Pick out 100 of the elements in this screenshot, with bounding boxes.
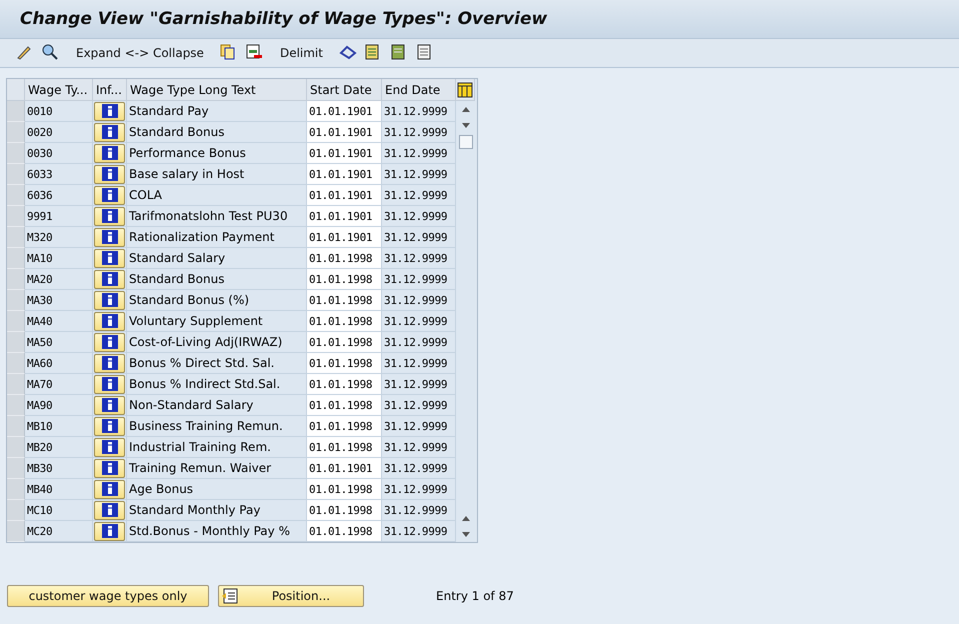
toolbar-button[interactable]: Delimit [278,46,325,60]
info-button[interactable] [94,102,125,120]
scroll-up-icon[interactable] [462,516,470,520]
info-icon [102,251,118,265]
toolbar-button[interactable] [338,44,357,62]
info-button[interactable] [94,248,125,268]
date-field[interactable]: 01.01.1901 [307,185,382,206]
column-header[interactable]: Wage Ty... [25,79,93,101]
table-cell: 31.12.9999 [382,395,456,416]
date-field[interactable]: 01.01.1901 [307,227,382,248]
date-field[interactable]: 01.01.1998 [307,395,382,416]
table-cell: 31.12.9999 [382,206,456,227]
table-cell: MA50 [25,332,93,353]
info-icon [102,440,118,454]
table-cell: Std.Bonus - Monthly Pay % [127,521,307,542]
table-cell: Age Bonus [127,479,307,500]
table-cell: 31.12.9999 [382,101,456,122]
info-button[interactable] [94,416,125,436]
info-button[interactable] [94,186,125,204]
date-field[interactable]: 01.01.1901 [307,206,382,227]
date-field[interactable]: 01.01.1901 [307,101,382,122]
info-button[interactable] [94,480,125,498]
filter-button[interactable]: customer wage types only [7,585,209,607]
info-button[interactable] [94,228,125,246]
table-cell: MC10 [25,500,93,521]
date-field[interactable]: 01.01.1998 [307,332,382,353]
column-header[interactable]: End Date [382,79,456,101]
table-cell: 31.12.9999 [382,185,456,206]
delete-row-icon [246,44,262,60]
scroll-down-icon[interactable] [462,122,470,128]
window-title: Change View "Garnishability of Wage Types": Overview [20,9,548,29]
date-field[interactable]: 01.01.1998 [307,416,382,437]
table-cell: Business Training Remun. [127,416,307,437]
date-field[interactable]: 01.01.1998 [307,374,382,395]
info-button[interactable] [94,290,125,310]
info-button[interactable] [94,164,125,184]
date-field[interactable]: 01.01.1901 [307,164,382,185]
date-field[interactable]: 01.01.1998 [307,290,382,311]
info-icon [102,524,118,538]
info-button[interactable] [94,458,125,478]
table-cell: 31.12.9999 [382,332,456,353]
column-header[interactable]: Start Date [307,79,382,101]
info-icon [102,335,118,349]
table-cell: 6033 [25,164,93,185]
info-icon [102,482,118,496]
column-header[interactable]: Inf... [93,79,127,101]
deselect-icon [416,44,433,60]
date-field[interactable]: 01.01.1998 [307,437,382,458]
info-button[interactable] [94,312,125,330]
table-cell: 31.12.9999 [382,164,456,185]
info-icon [102,356,118,370]
table-cell: MA20 [25,269,93,290]
info-button[interactable] [94,270,125,288]
info-button[interactable] [94,122,125,142]
table-cell: Performance Bonus [127,143,307,164]
table-cell: Base salary in Host [127,164,307,185]
date-field[interactable]: 01.01.1901 [307,458,382,479]
info-button[interactable] [94,522,125,540]
date-field[interactable]: 01.01.1998 [307,521,382,542]
table-cell: Non-Standard Salary [127,395,307,416]
info-button[interactable] [94,354,125,372]
table-cell: MC20 [25,521,93,542]
table-cell: 31.12.9999 [382,521,456,542]
table-cell: Standard Salary [127,248,307,269]
info-icon [102,398,118,412]
info-button[interactable] [94,438,125,456]
table-cell: MB30 [25,458,93,479]
info-icon [102,419,118,433]
info-button[interactable] [94,332,125,352]
date-field[interactable]: 01.01.1901 [307,143,382,164]
info-button[interactable] [94,500,125,520]
info-button[interactable] [94,374,125,394]
info-button[interactable] [94,396,125,414]
position-button[interactable]: Position... [218,585,364,607]
info-button[interactable] [94,206,125,226]
toolbar-button[interactable]: Expand <-> Collapse [74,46,206,60]
date-field[interactable]: 01.01.1998 [307,353,382,374]
date-field[interactable]: 01.01.1998 [307,269,382,290]
table-cell: Standard Bonus (%) [127,290,307,311]
copy-icon [220,44,236,60]
date-field[interactable]: 01.01.1998 [307,500,382,521]
date-field[interactable]: 01.01.1901 [307,122,382,143]
table-cell: 31.12.9999 [382,479,456,500]
toolbar-button[interactable] [42,44,60,62]
table-cell: MA90 [25,395,93,416]
table-cell: Industrial Training Rem. [127,437,307,458]
date-field[interactable]: 01.01.1998 [307,311,382,332]
date-field[interactable]: 01.01.1998 [307,248,382,269]
info-button[interactable] [94,144,125,162]
column-settings-icon[interactable] [457,82,473,98]
scroll-down-icon[interactable] [462,532,470,536]
scroll-up-icon[interactable] [462,106,470,112]
date-field[interactable]: 01.01.1998 [307,479,382,500]
column-header[interactable]: Wage Type Long Text [127,79,307,101]
table-cell: Voluntary Supplement [127,311,307,332]
table-cell: MB20 [25,437,93,458]
scroll-thumb[interactable] [458,135,472,149]
table-cell: 31.12.9999 [382,122,456,143]
table-cell: Bonus % Direct Std. Sal. [127,353,307,374]
info-icon [102,293,118,307]
